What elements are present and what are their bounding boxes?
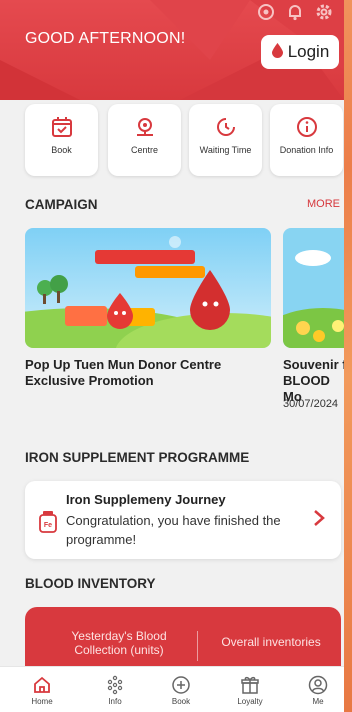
tab-info[interactable]: Info — [85, 675, 145, 706]
blood-drop-icon — [271, 42, 284, 63]
home-icon — [32, 675, 52, 695]
tab-label: Me — [312, 697, 324, 706]
fe-badge-text: Fe — [44, 522, 52, 529]
tab-label: Info — [108, 697, 122, 706]
inventory-card[interactable]: Yesterday's Blood Collection (units) Ove… — [25, 607, 341, 673]
campaign-title: CAMPAIGN — [25, 197, 98, 212]
iron-card-title: Iron Supplemeny Journey — [66, 492, 226, 507]
gift-icon — [240, 675, 260, 695]
tab-label: Home — [31, 697, 53, 706]
quick-action-label: Book — [51, 145, 72, 155]
login-label: Login — [287, 42, 330, 61]
header-icons — [256, 2, 334, 22]
quick-actions: Book Centre Waiting Time Donation Info — [0, 100, 344, 182]
location-icon[interactable] — [256, 2, 276, 22]
campaign-banner-2[interactable] — [283, 228, 344, 348]
calendar-check-icon — [50, 115, 74, 139]
tab-book[interactable]: Book — [151, 675, 211, 706]
bell-icon[interactable] — [285, 2, 305, 22]
campaign-more-link[interactable]: MORE — [307, 198, 340, 210]
login-button[interactable]: Login — [261, 35, 339, 69]
dots-grid-icon — [105, 675, 125, 695]
tab-label: Loyalty — [237, 697, 263, 706]
quick-action-label: Waiting Time — [199, 145, 252, 155]
plus-circle-icon — [171, 675, 191, 695]
quick-action-waiting-time[interactable]: Waiting Time — [189, 104, 262, 176]
inventory-section-title: BLOOD INVENTORY — [25, 576, 156, 591]
campaign-item-title[interactable]: Pop Up Tuen Mun Donor Centre Exclusive P… — [25, 357, 265, 389]
location-pin-icon — [133, 115, 157, 139]
fe-badge-icon: Fe — [39, 511, 57, 533]
tab-me[interactable]: Me — [288, 675, 344, 706]
iron-journey-card[interactable]: Fe Iron Supplemeny Journey Congratulatio… — [25, 481, 341, 559]
bottom-tab-bar: Home Info Book Loyalty Me — [0, 666, 344, 712]
iron-card-text: Congratulation, you have finished the pr… — [66, 513, 281, 547]
quick-action-book[interactable]: Book — [25, 104, 98, 176]
info-icon — [295, 115, 319, 139]
chevron-right-icon[interactable] — [313, 509, 325, 532]
tab-home[interactable]: Home — [12, 675, 72, 706]
inventory-col-yesterday: Yesterday's Blood Collection (units) — [71, 629, 167, 657]
header: GOOD AFTERNOON! Login — [0, 0, 344, 100]
quick-action-donation-info[interactable]: Donation Info — [270, 104, 343, 176]
tab-label: Book — [171, 697, 191, 706]
quick-action-centre[interactable]: Centre — [108, 104, 181, 176]
campaign-banner-image — [283, 228, 344, 348]
inventory-col-overall: Overall inventories — [221, 635, 321, 649]
app-screen: GOOD AFTERNOON! Login Book Centre Waitin… — [0, 0, 344, 712]
quick-action-label: Donation Info — [279, 145, 334, 155]
greeting: GOOD AFTERNOON! — [25, 30, 186, 47]
iron-section-title: IRON SUPPLEMENT PROGRAMME — [25, 450, 250, 465]
gear-icon[interactable] — [314, 2, 334, 22]
quick-action-label: Centre — [130, 145, 158, 155]
campaign-item-date: 30/07/2024 — [283, 398, 339, 410]
campaign-banner-1[interactable] — [25, 228, 271, 348]
clock-icon — [214, 115, 238, 139]
inventory-divider — [197, 631, 198, 661]
campaign-banner-image — [25, 228, 271, 348]
tab-loyalty[interactable]: Loyalty — [220, 675, 280, 706]
user-icon — [308, 675, 328, 695]
